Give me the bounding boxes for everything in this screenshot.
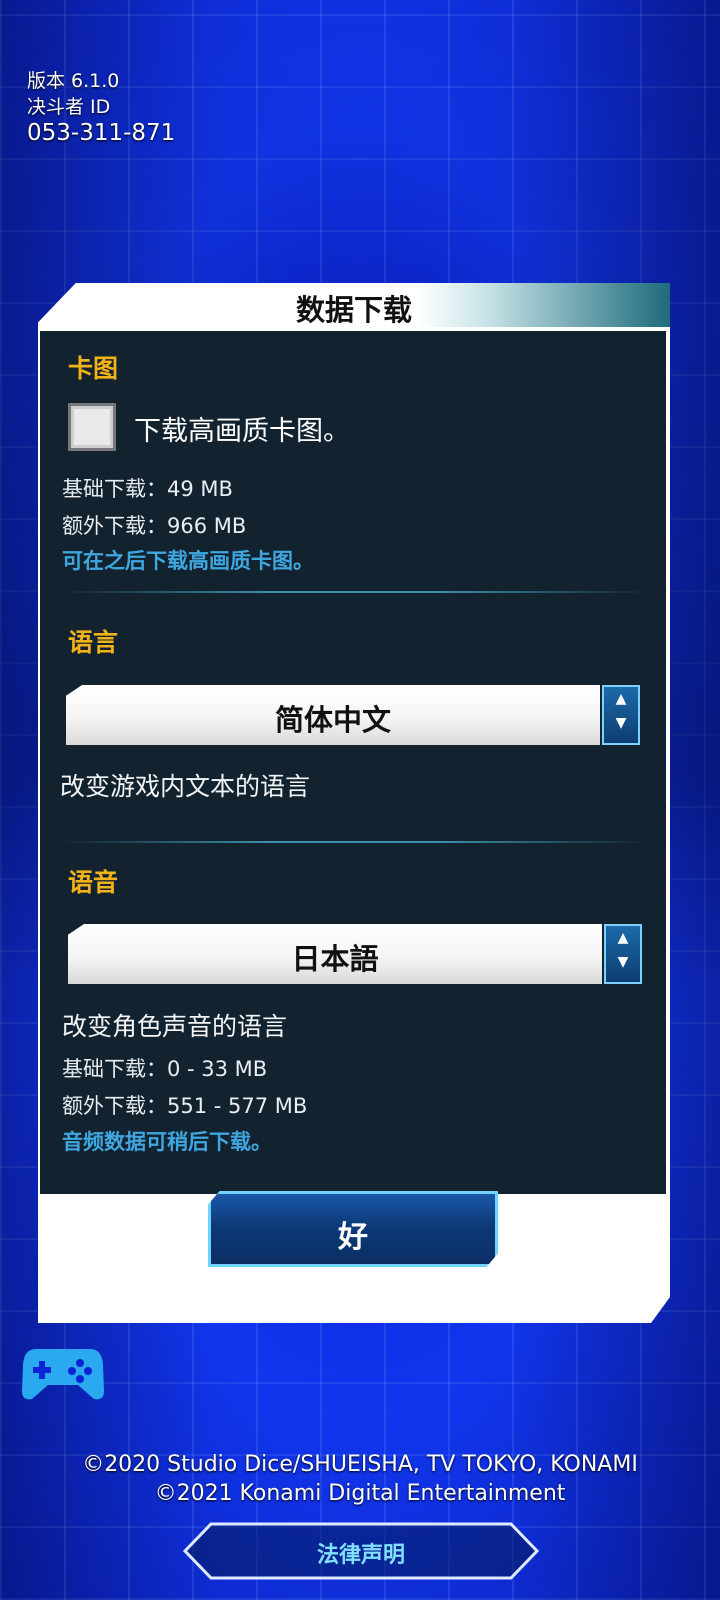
card-base-download: 基础下载：49 MB — [62, 477, 233, 501]
data-download-dialog: 数据下载 卡图 下载高画质卡图。 基础下载：49 MB 额外下载：966 MB … — [38, 283, 670, 1323]
copyright-line-1: ©2020 Studio Dice/SHUEISHA, TV TOKYO, KO… — [82, 1452, 638, 1477]
high-quality-card-checkbox[interactable] — [68, 403, 116, 451]
voice-selected-value[interactable]: 日本語 — [68, 936, 602, 978]
section-divider — [60, 591, 650, 593]
ok-button-label[interactable]: 好 — [211, 1212, 495, 1256]
card-section-title: 卡图 — [68, 354, 119, 383]
account-info: 版本 6.1.0 决斗者 ID 053-311-871 — [27, 68, 175, 146]
language-section-title: 语言 — [68, 628, 119, 657]
voice-description: 改变角色声音的语言 — [62, 1012, 288, 1041]
card-extra-download: 额外下载：966 MB — [62, 514, 247, 538]
dialog-header: 数据下载 — [38, 283, 670, 327]
legal-notice-button[interactable]: 法律声明 — [182, 1522, 540, 1580]
copyright-line-2: ©2021 Konami Digital Entertainment — [154, 1481, 566, 1506]
voice-base-download: 基础下载：0 - 33 MB — [62, 1057, 268, 1081]
voice-download-note: 音频数据可稍后下载。 — [62, 1130, 272, 1154]
voice-select[interactable]: 日本語 ▲ ▼ — [68, 924, 642, 984]
voice-section-title: 语音 — [68, 868, 119, 897]
dialog-content: 卡图 下载高画质卡图。 基础下载：49 MB 额外下载：966 MB 可在之后下… — [40, 331, 666, 1194]
card-download-note: 可在之后下载高画质卡图。 — [62, 549, 314, 573]
duelist-id-label: 决斗者 ID — [27, 96, 111, 118]
legal-notice-label[interactable]: 法律声明 — [183, 1537, 539, 1569]
duelist-id-value: 053-311-871 — [27, 120, 176, 146]
high-quality-card-label[interactable]: 下载高画质卡图。 — [134, 409, 350, 448]
language-select[interactable]: 简体中文 ▲ ▼ — [66, 685, 640, 745]
ok-button[interactable]: 好 — [208, 1191, 498, 1267]
dialog-title: 数据下载 — [295, 293, 412, 327]
language-selected-value[interactable]: 简体中文 — [66, 697, 600, 739]
voice-up-down-arrows-icon[interactable]: ▲ ▼ — [604, 924, 642, 984]
gamepad-icon[interactable] — [22, 1343, 104, 1401]
section-divider — [60, 841, 650, 843]
copyright-text: ©2020 Studio Dice/SHUEISHA, TV TOKYO, KO… — [0, 1450, 720, 1508]
version-label: 版本 6.1.0 — [27, 70, 120, 92]
voice-extra-download: 额外下载：551 - 577 MB — [62, 1094, 308, 1118]
language-description: 改变游戏内文本的语言 — [60, 772, 311, 801]
language-up-down-arrows-icon[interactable]: ▲ ▼ — [602, 685, 640, 745]
